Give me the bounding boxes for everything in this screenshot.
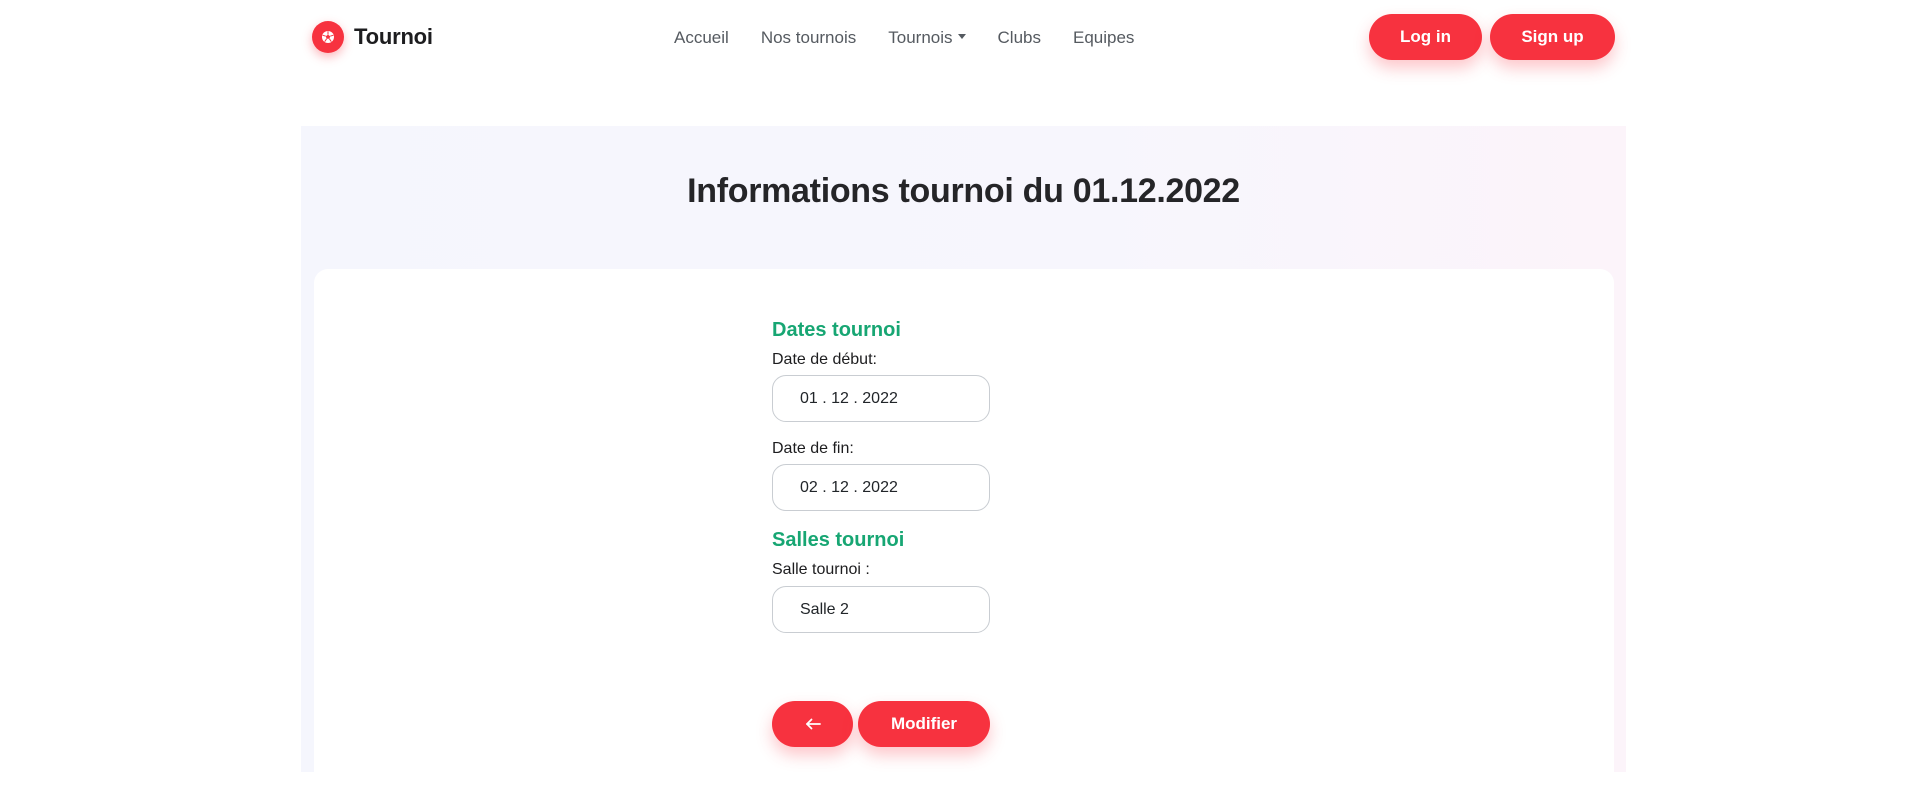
- arrow-left-icon: [805, 718, 821, 730]
- nav-tournois-label: Tournois: [888, 28, 953, 47]
- main-nav: Accueil Nos tournois Tournois Clubs Equi…: [674, 26, 1134, 50]
- top-navbar: Tournoi Accueil Nos tournois Tournois Cl…: [0, 0, 1920, 76]
- salles-heading: Salles tournoi: [772, 529, 905, 551]
- nav-nos-tournois[interactable]: Nos tournois: [761, 28, 856, 48]
- end-date-input[interactable]: [772, 464, 990, 511]
- brand-link[interactable]: Tournoi: [312, 21, 433, 53]
- tournament-form-card: Dates tournoi Date de début: Date de fin…: [314, 269, 1614, 789]
- dates-heading: Dates tournoi: [772, 319, 901, 341]
- start-date-label: Date de début:: [772, 351, 877, 368]
- nav-accueil[interactable]: Accueil: [674, 28, 729, 48]
- start-date-input[interactable]: [772, 375, 990, 422]
- nav-clubs[interactable]: Clubs: [998, 28, 1041, 48]
- salle-input[interactable]: [772, 586, 990, 633]
- nav-equipes[interactable]: Equipes: [1073, 28, 1134, 48]
- signup-button[interactable]: Sign up: [1490, 14, 1615, 60]
- modify-button[interactable]: Modifier: [858, 701, 990, 747]
- salle-label: Salle tournoi :: [772, 561, 870, 578]
- tournament-info-section: Informations tournoi du 01.12.2022 Dates…: [301, 126, 1626, 789]
- soccer-ball-icon: [312, 21, 344, 53]
- nav-tournois-dropdown[interactable]: Tournois: [888, 28, 966, 48]
- back-button[interactable]: [772, 701, 853, 747]
- end-date-label: Date de fin:: [772, 440, 854, 457]
- login-button[interactable]: Log in: [1369, 14, 1482, 60]
- page-title: Informations tournoi du 01.12.2022: [687, 172, 1240, 210]
- brand-name: Tournoi: [354, 24, 433, 49]
- caret-down-icon: [957, 34, 966, 40]
